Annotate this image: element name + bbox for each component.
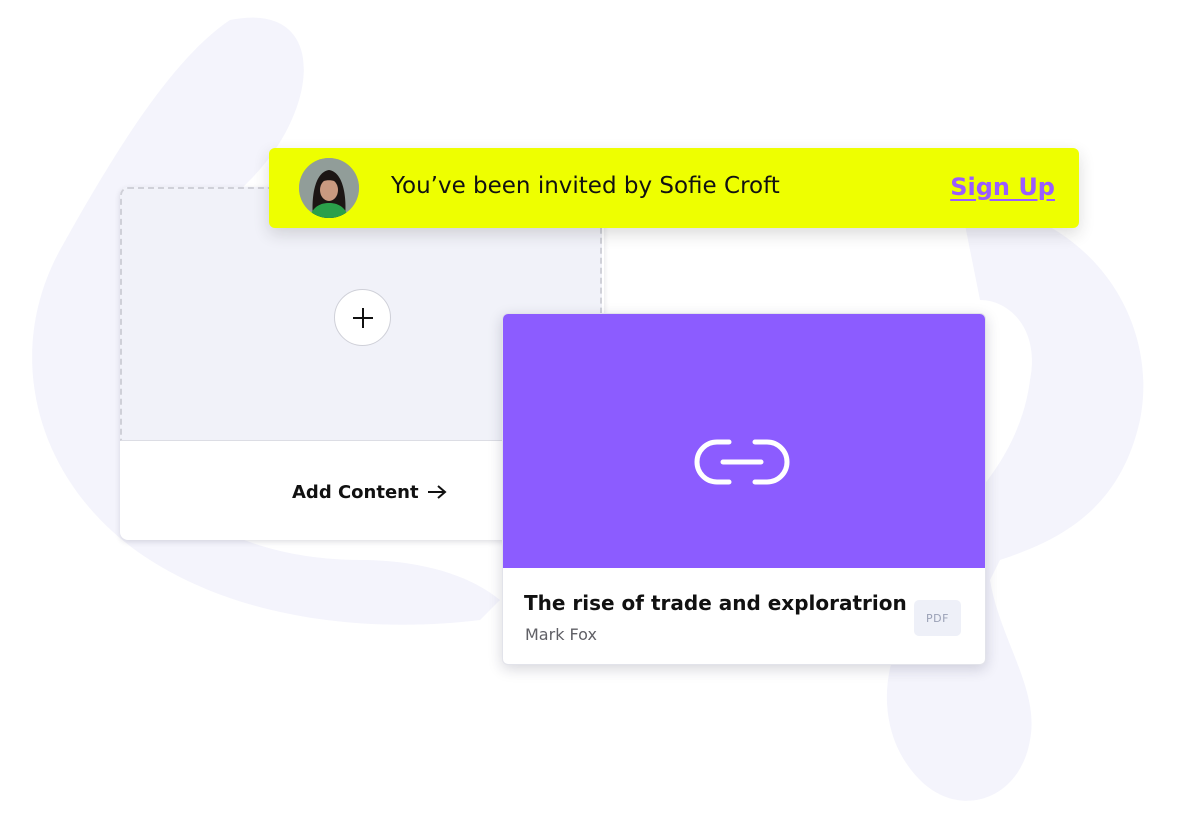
add-content-label: Add Content: [292, 481, 419, 503]
add-item-button[interactable]: [334, 289, 391, 346]
invite-message: You’ve been invited by Sofie Croft: [391, 173, 780, 199]
resource-card[interactable]: The rise of trade and exploratrion Mark …: [502, 313, 986, 665]
resource-title: The rise of trade and exploratrion: [524, 591, 907, 615]
avatar-image: [299, 158, 359, 218]
arrow-right-icon: [427, 485, 447, 499]
signup-link[interactable]: Sign Up: [950, 173, 1055, 201]
resource-author: Mark Fox: [525, 625, 597, 644]
link-icon: [694, 439, 790, 485]
add-content-button[interactable]: Add Content: [292, 480, 447, 504]
resource-thumbnail: [503, 314, 985, 568]
avatar: [299, 158, 359, 218]
file-type-badge: PDF: [914, 600, 961, 636]
plus-icon: [353, 308, 373, 328]
invite-banner: You’ve been invited by Sofie Croft Sign …: [269, 148, 1079, 228]
